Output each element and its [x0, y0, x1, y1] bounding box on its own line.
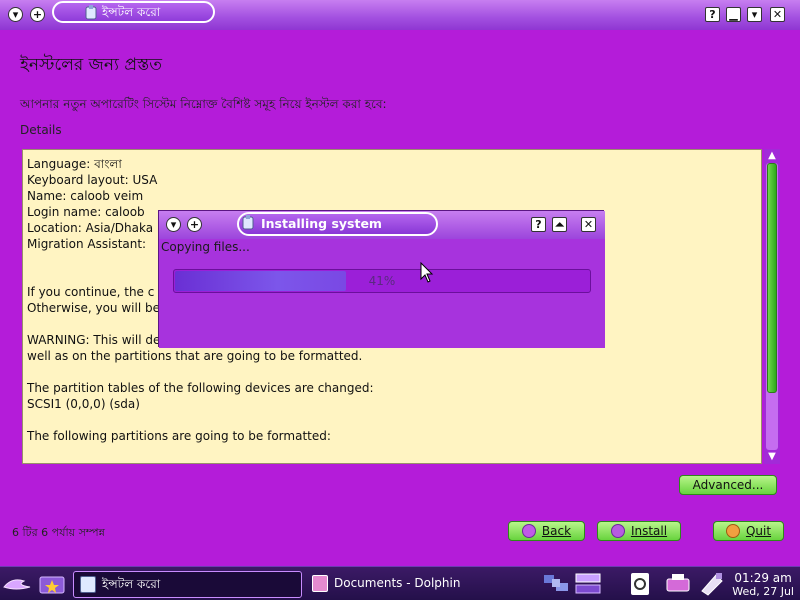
back-button[interactable]: Back [508, 521, 585, 541]
scroll-down-icon[interactable]: ▼ [764, 450, 780, 464]
details-line: Keyboard layout: USA [27, 173, 158, 187]
task-dolphin-label: Documents - Dolphin [334, 576, 461, 590]
network-icon[interactable] [542, 571, 570, 597]
usb-device-icon[interactable] [698, 571, 726, 597]
details-line: Language: বাংলা [27, 157, 122, 171]
close-icon[interactable]: ✕ [770, 7, 785, 22]
progress-label: 41% [368, 274, 396, 288]
task-dolphin[interactable]: Documents - Dolphin [306, 571, 532, 598]
window-title-text: ইন্সটল করো [102, 5, 161, 19]
minimize-icon[interactable]: ▁ [726, 7, 741, 22]
steps-progress-text: 6 টির 6 পর্যায় সম্পন্ন [12, 526, 105, 539]
details-scrollbar[interactable]: ▲ ▼ [764, 149, 780, 464]
quit-button[interactable]: Quit [713, 521, 784, 541]
dialog-installer-icon [242, 215, 254, 230]
progress-dialog: ▾ + Installing system ? ⏶ ✕ Copying file… [158, 210, 605, 348]
dialog-help-icon[interactable]: ? [531, 217, 546, 232]
installer-task-icon [80, 576, 96, 593]
checkmark-icon [610, 524, 625, 538]
details-label: Details [20, 123, 62, 137]
details-line: The following partitions are going to be… [27, 429, 331, 443]
back-arrow-icon [521, 524, 536, 538]
installer-icon [85, 5, 97, 20]
install-button-label: Install [630, 524, 668, 538]
dialog-titlebar[interactable]: ▾ + Installing system ? ⏶ ✕ [159, 211, 605, 239]
clock-date: Wed, 27 Jul [732, 585, 794, 598]
dialog-maximize-icon[interactable]: ⏶ [552, 217, 567, 232]
scroll-thumb[interactable] [767, 163, 777, 393]
details-line: well as on the partitions that are going… [27, 349, 363, 363]
details-line: Name: caloob veim [27, 189, 144, 203]
details-line [27, 412, 757, 428]
dialog-shade-icon[interactable]: ▾ [166, 217, 181, 232]
back-button-label: Back [541, 524, 572, 538]
taskbar: ইন্সটল করো Documents - Dolphin 01:29 am … [0, 566, 800, 600]
clock[interactable]: 01:29 am Wed, 27 Jul [732, 571, 794, 598]
page-subtitle: আপনার নতুন অপারেটিং সিস্টেম নিম্নোক্ত বৈ… [20, 97, 387, 111]
window-titlebar[interactable]: ▾ + ইন্সটল করো ? ▁ ▾ ✕ [0, 0, 800, 30]
shade-down-icon[interactable]: ▾ [8, 7, 23, 22]
printer-icon[interactable] [664, 571, 692, 597]
keep-above-icon[interactable]: + [30, 7, 45, 22]
quit-button-label: Quit [745, 524, 772, 538]
advanced-button[interactable]: Advanced... [679, 475, 777, 495]
dialog-close-icon[interactable]: ✕ [581, 217, 596, 232]
dialog-status-text: Copying files... [161, 240, 250, 254]
details-line: The partition tables of the following de… [27, 381, 374, 395]
maximize-icon[interactable]: ▾ [747, 7, 762, 22]
help-icon[interactable]: ? [705, 7, 720, 22]
clock-time: 01:29 am [734, 571, 792, 585]
progress-bar: 41% [173, 269, 591, 293]
dialog-keep-above-icon[interactable]: + [187, 217, 202, 232]
dolphin-icon [312, 575, 328, 592]
pager-icon[interactable] [574, 571, 602, 597]
mouse-cursor-icon [420, 262, 434, 283]
home-folder-icon[interactable] [38, 572, 66, 596]
dialog-title: Installing system [237, 212, 438, 236]
install-button[interactable]: Install [597, 521, 681, 541]
page-title: ইনস্টলের জন্য প্রস্তত [20, 55, 163, 75]
task-installer[interactable]: ইন্সটল করো [73, 571, 302, 598]
klipper-clipboard-icon[interactable] [626, 571, 654, 597]
details-line [27, 364, 757, 380]
dialog-body: Copying files... 41% [159, 239, 605, 348]
window-title: ইন্সটল করো [52, 1, 215, 23]
kde-menu-icon[interactable] [2, 573, 32, 595]
details-line: SCSI1 (0,0,0) (sda) [27, 397, 140, 411]
scroll-up-icon[interactable]: ▲ [764, 149, 780, 163]
task-installer-label: ইন্সটল করো [102, 577, 161, 591]
quit-x-icon [725, 524, 740, 538]
